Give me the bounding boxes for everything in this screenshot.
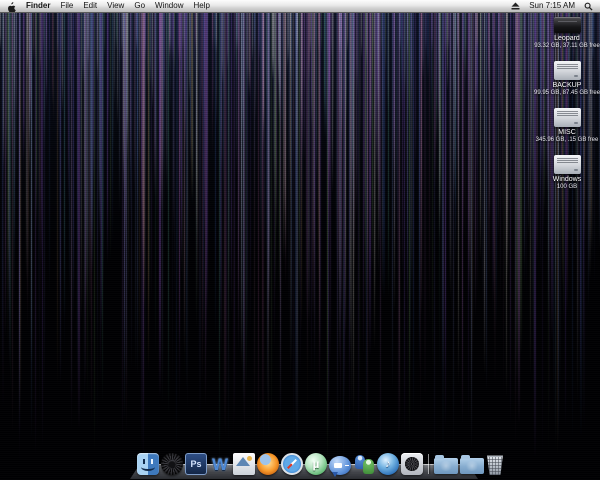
photoshop-icon[interactable]: Ps: [185, 453, 207, 475]
safari-icon[interactable]: [281, 453, 303, 475]
dock: Ps W µ ♪: [137, 453, 504, 475]
drive-info: 100 GB: [557, 184, 577, 191]
external-hard-drive-icon: [554, 108, 581, 127]
drive-label: Windows: [553, 176, 581, 184]
external-hard-drive-icon: [554, 61, 581, 80]
spotlight-search-icon[interactable]: [584, 2, 593, 11]
drive-label: BACKUP: [553, 82, 582, 90]
menu-bar: Finder File Edit View Go Window Help Sun…: [0, 0, 600, 13]
drive-label: MISC: [558, 129, 576, 137]
drive-misc[interactable]: MISC 345.96 GB, .15 GB free: [536, 108, 598, 144]
applications-folder-icon[interactable]: [434, 458, 458, 474]
trash-icon[interactable]: [486, 454, 504, 475]
drive-windows[interactable]: Windows 100 GB: [536, 155, 598, 191]
external-hard-drive-icon: [554, 155, 581, 174]
preview-icon[interactable]: [233, 453, 255, 475]
word-icon[interactable]: W: [209, 453, 231, 475]
menu-item-help[interactable]: Help: [193, 0, 209, 12]
dock-divider: [428, 454, 429, 474]
finder-icon[interactable]: [137, 453, 159, 475]
messenger-icon[interactable]: [353, 453, 375, 475]
eject-icon[interactable]: [511, 2, 520, 10]
menu-item-view[interactable]: View: [107, 0, 124, 12]
menu-bar-left: Finder File Edit View Go Window Help: [0, 0, 511, 12]
itunes-icon[interactable]: ♪: [377, 453, 399, 475]
menu-bar-clock[interactable]: Sun 7:15 AM: [529, 0, 575, 12]
drive-info: 93.32 GB, 37.11 GB free: [534, 43, 600, 50]
apple-menu[interactable]: [7, 1, 16, 12]
apple-logo-icon: [7, 1, 16, 12]
internal-hard-drive-icon: [554, 17, 581, 33]
drive-label: Leopard: [554, 35, 580, 43]
menu-item-go[interactable]: Go: [134, 0, 145, 12]
dark-dial-app-icon[interactable]: [161, 453, 183, 475]
documents-folder-icon[interactable]: [460, 458, 484, 474]
utility-dial-app-icon[interactable]: [401, 453, 423, 475]
firefox-icon[interactable]: [257, 453, 279, 475]
menu-item-file[interactable]: File: [60, 0, 73, 12]
menu-item-window[interactable]: Window: [155, 0, 183, 12]
drive-info: 345.96 GB, .15 GB free: [536, 137, 599, 144]
drive-leopard[interactable]: Leopard 93.32 GB, 37.11 GB free: [536, 13, 598, 50]
wallpaper-canvas: [0, 0, 600, 480]
desktop-screen: Finder File Edit View Go Window Help Sun…: [0, 0, 600, 480]
utorrent-icon[interactable]: µ: [305, 453, 327, 475]
desktop-drive-list: Leopard 93.32 GB, 37.11 GB free BACKUP 9…: [536, 13, 598, 191]
menu-item-edit[interactable]: Edit: [83, 0, 97, 12]
ichat-icon[interactable]: [329, 456, 351, 475]
menu-bar-status: Sun 7:15 AM: [511, 0, 600, 12]
drive-backup[interactable]: BACKUP 99.95 GB, 87.45 GB free: [536, 61, 598, 97]
menu-item-finder[interactable]: Finder: [26, 0, 50, 12]
drive-info: 99.95 GB, 87.45 GB free: [534, 90, 600, 97]
